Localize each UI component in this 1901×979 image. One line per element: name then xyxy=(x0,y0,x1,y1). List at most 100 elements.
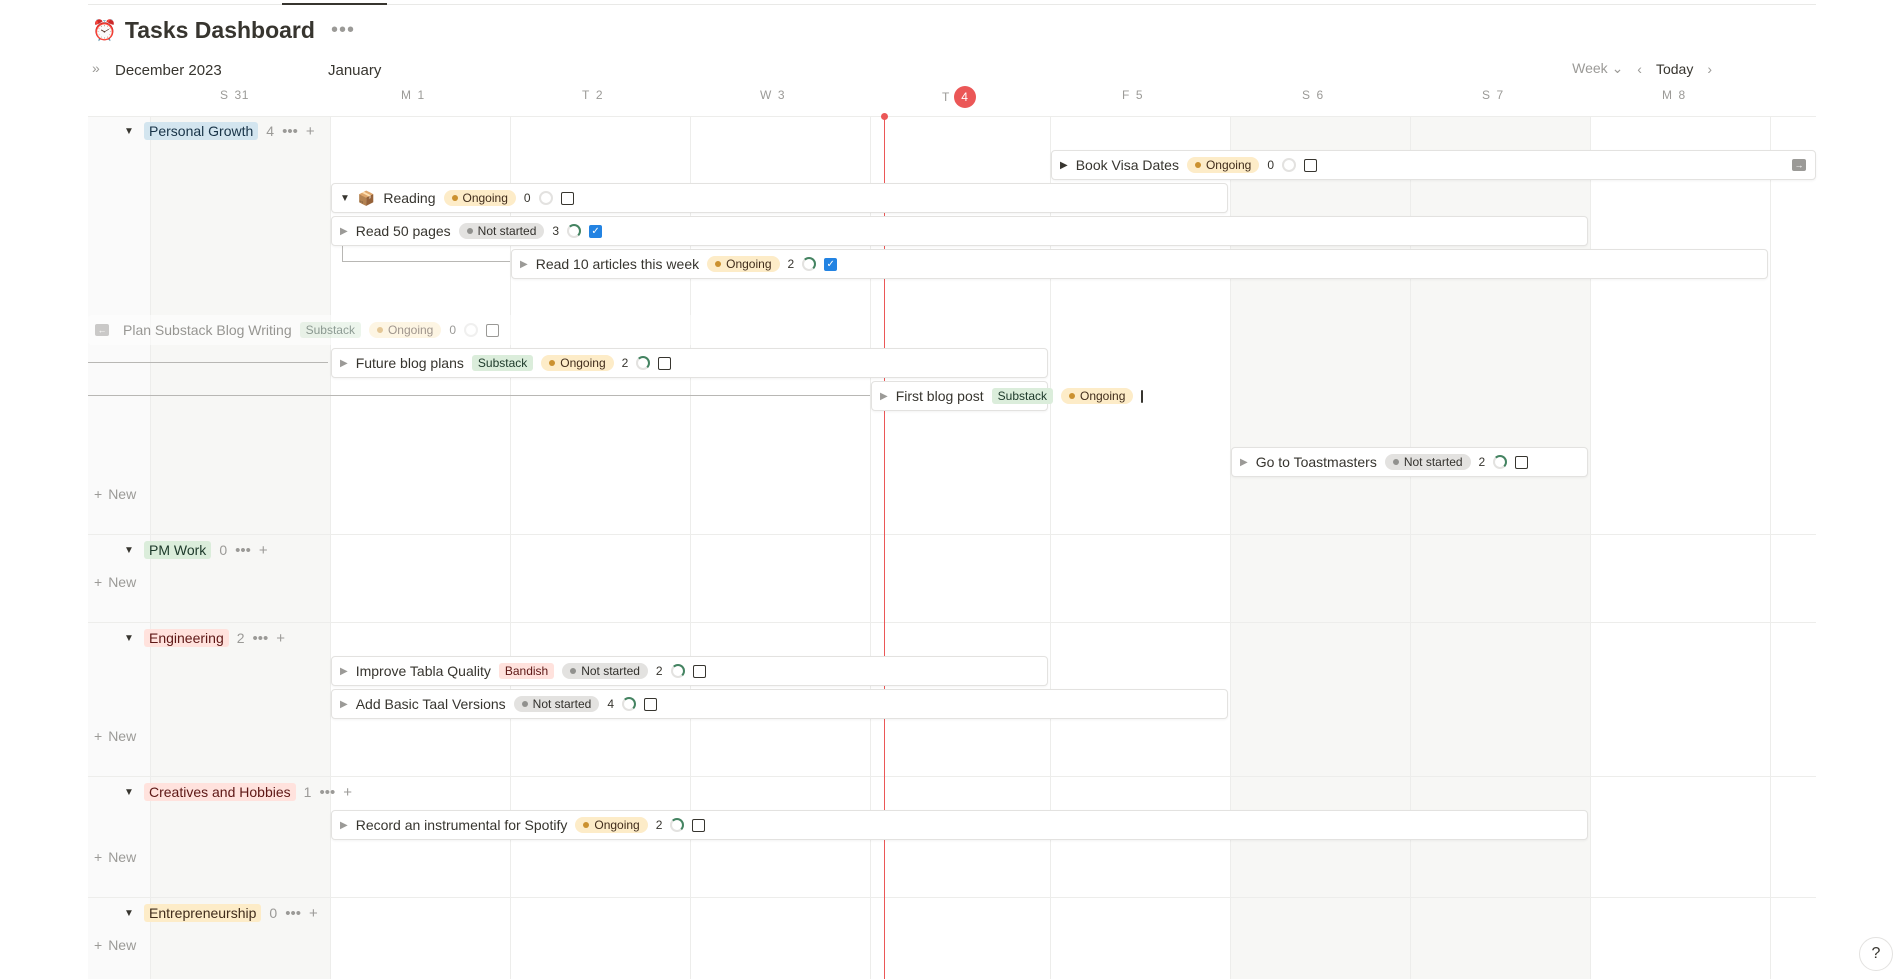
view-select[interactable]: Week ⌄ xyxy=(1572,60,1623,77)
done-checkbox[interactable]: ✓ xyxy=(824,257,838,271)
task-improve-tabla-quality[interactable]: ▶ Improve Tabla Quality Bandish Not star… xyxy=(331,656,1048,686)
collapse-icon[interactable]: ▼ xyxy=(124,545,136,556)
new-task-button[interactable]: + New xyxy=(94,574,136,590)
help-button[interactable]: ? xyxy=(1859,937,1893,971)
prev-icon[interactable]: ‹ xyxy=(1637,61,1642,77)
group-label[interactable]: Creatives and Hobbies xyxy=(144,783,296,801)
expand-icon[interactable]: ▶ xyxy=(880,391,888,402)
collapse-icon[interactable]: ▼ xyxy=(124,633,136,644)
subtask-count: 0 xyxy=(1267,158,1275,172)
task-record-instrumental[interactable]: ▶ Record an instrumental for Spotify Ong… xyxy=(331,810,1588,840)
add-icon[interactable]: + xyxy=(306,123,315,140)
collapse-icon[interactable]: ▼ xyxy=(124,787,136,798)
collapse-icon[interactable]: ▼ xyxy=(340,193,350,204)
day-header-sun-31: S 31 xyxy=(220,88,249,102)
expand-icon[interactable]: ▶ xyxy=(340,358,348,369)
expand-icon[interactable]: ▶ xyxy=(340,226,348,237)
subtask-count: 2 xyxy=(655,818,663,832)
task-book-visa-dates[interactable]: ▶ Book Visa Dates Ongoing 0 xyxy=(1051,150,1816,180)
open-in-side-peek-icon[interactable]: → xyxy=(1792,159,1806,171)
plus-icon: + xyxy=(94,937,103,953)
done-checkbox[interactable] xyxy=(1515,455,1529,469)
group-count: 2 xyxy=(236,630,245,646)
expand-icon[interactable]: ▶ xyxy=(520,259,528,270)
collapse-icon[interactable]: ▼ xyxy=(124,126,136,137)
project-tag: Substack xyxy=(471,355,534,371)
status-badge: Ongoing xyxy=(575,817,648,833)
expand-icon[interactable]: ▶ xyxy=(340,666,348,677)
group-count: 1 xyxy=(303,784,312,800)
day-name: M xyxy=(1662,88,1673,102)
group-label[interactable]: Engineering xyxy=(144,629,229,647)
more-icon[interactable]: ••• xyxy=(285,905,301,922)
more-icon[interactable]: ••• xyxy=(235,542,251,559)
expand-icon[interactable]: ▶ xyxy=(1060,160,1068,171)
expand-icon[interactable]: ▶ xyxy=(340,820,348,831)
new-task-label: New xyxy=(108,849,137,865)
task-title: Future blog plans xyxy=(355,355,464,371)
done-checkbox[interactable] xyxy=(560,191,574,205)
add-icon[interactable]: + xyxy=(276,630,285,647)
status-text: Ongoing xyxy=(560,356,606,370)
group-label[interactable]: PM Work xyxy=(144,541,212,559)
status-dot-icon xyxy=(451,195,458,201)
more-icon[interactable]: ••• xyxy=(282,123,298,140)
status-badge: Not started xyxy=(1384,454,1471,470)
done-checkbox[interactable] xyxy=(658,356,672,370)
group-count: 0 xyxy=(219,542,228,558)
group-label[interactable]: Personal Growth xyxy=(144,122,259,140)
done-checkbox[interactable] xyxy=(692,664,706,678)
task-title: Reading xyxy=(383,190,436,206)
project-tag: Substack xyxy=(299,322,361,338)
expand-icon[interactable]: ▶ xyxy=(340,699,348,710)
task-reading[interactable]: ▼ 📦 Reading Ongoing 0 xyxy=(331,183,1228,213)
expand-sidebar-icon[interactable]: » xyxy=(92,60,100,76)
row-divider xyxy=(88,897,1816,898)
collapse-icon[interactable]: ▼ xyxy=(124,908,136,919)
new-task-button[interactable]: + New xyxy=(94,486,136,502)
task-future-blog-plans[interactable]: ▶ Future blog plans Substack Ongoing 2 xyxy=(331,348,1048,378)
package-icon: 📦 xyxy=(357,189,376,206)
status-text: Not started xyxy=(477,224,537,238)
done-checkbox[interactable]: ✓ xyxy=(589,224,603,238)
task-title: Improve Tabla Quality xyxy=(355,663,491,679)
page-title-text[interactable]: Tasks Dashboard xyxy=(125,17,315,44)
more-options-icon[interactable]: ••• xyxy=(331,19,355,42)
done-checkbox[interactable] xyxy=(1304,158,1318,172)
group-label[interactable]: Entrepreneurship xyxy=(144,904,262,922)
task-read-50-pages[interactable]: ▶ Read 50 pages Not started 3 ✓ xyxy=(331,216,1588,246)
new-task-button[interactable]: + New xyxy=(94,849,136,865)
status-text: Ongoing xyxy=(1205,158,1252,172)
scroll-to-task-icon[interactable]: ← xyxy=(95,324,109,336)
add-icon[interactable]: + xyxy=(309,905,318,922)
task-add-basic-taal-versions[interactable]: ▶ Add Basic Taal Versions Not started 4 xyxy=(331,689,1228,719)
group-header-personal-growth: ▼ Personal Growth 4 ••• + xyxy=(124,122,315,140)
done-checkbox[interactable] xyxy=(644,697,658,711)
progress-ring-icon xyxy=(636,356,651,370)
task-read-10-articles[interactable]: ▶ Read 10 articles this week Ongoing 2 ✓ xyxy=(511,249,1768,279)
task-title: First blog post xyxy=(895,388,984,404)
add-icon[interactable]: + xyxy=(343,784,352,801)
add-icon[interactable]: + xyxy=(259,542,268,559)
subtask-count: 4 xyxy=(607,697,615,711)
day-number: 1 xyxy=(417,88,425,102)
day-header-mon-1: M1 xyxy=(401,88,425,102)
more-icon[interactable]: ••• xyxy=(319,784,335,801)
dependency-line xyxy=(342,261,510,262)
today-button[interactable]: Today xyxy=(1656,61,1693,77)
new-task-button[interactable]: + New xyxy=(94,728,136,744)
next-icon[interactable]: › xyxy=(1707,61,1712,77)
new-task-button[interactable]: + New xyxy=(94,937,136,953)
done-checkbox[interactable] xyxy=(486,323,500,337)
done-checkbox[interactable] xyxy=(692,818,706,832)
status-dot-icon xyxy=(549,360,556,366)
row-divider xyxy=(88,116,1816,117)
day-number: 2 xyxy=(595,88,604,102)
task-plan-substack-blog-writing[interactable]: ← Plan Substack Blog Writing Substack On… xyxy=(88,315,868,345)
task-go-to-toastmasters[interactable]: ▶ Go to Toastmasters Not started 2 xyxy=(1231,447,1588,477)
task-first-blog-post[interactable]: ▶ First blog post Substack Ongoing xyxy=(871,381,1144,411)
day-header-fri-5: F5 xyxy=(1122,88,1143,102)
more-icon[interactable]: ••• xyxy=(253,630,269,647)
expand-icon[interactable]: ▶ xyxy=(1240,457,1248,468)
task-title: Plan Substack Blog Writing xyxy=(123,322,292,338)
